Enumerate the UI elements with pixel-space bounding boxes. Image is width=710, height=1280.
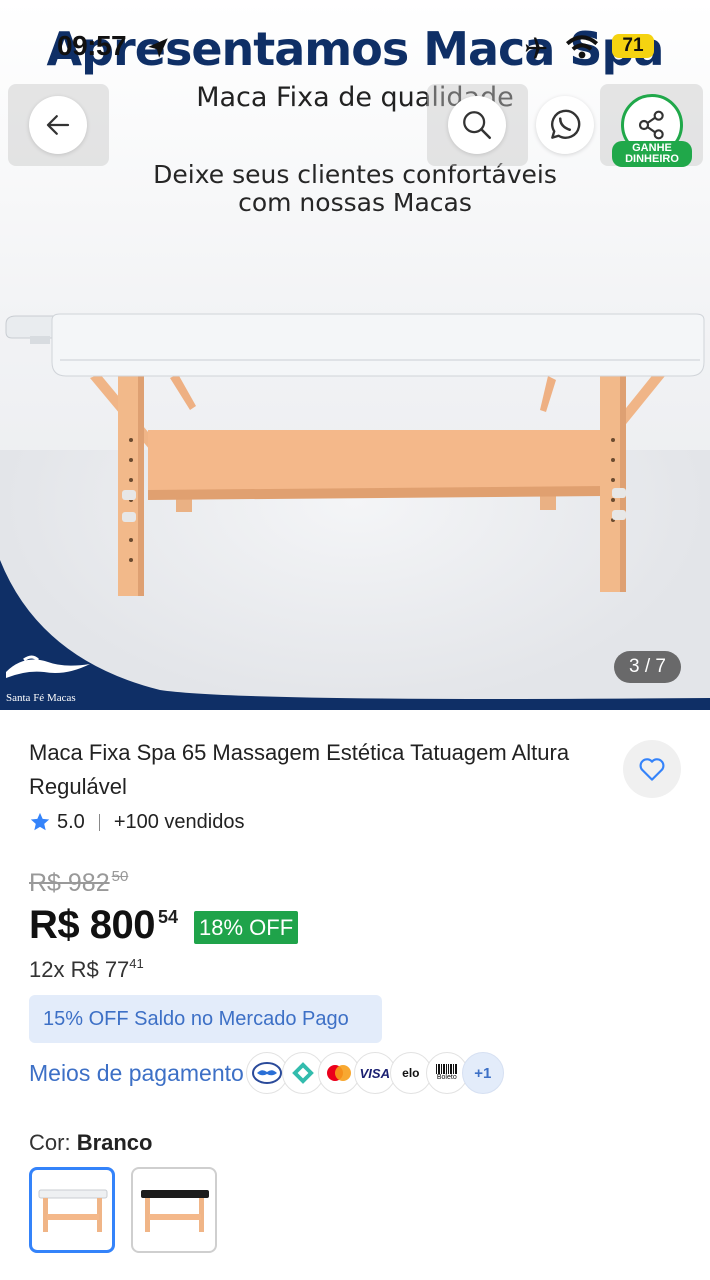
current-price-cents: 54	[157, 907, 179, 927]
image-counter: 3 / 7	[614, 651, 681, 683]
mercado-pago-promo[interactable]: 15% OFF Saldo no Mercado Pago	[29, 995, 382, 1043]
sold-count: +100 vendidos	[113, 810, 245, 833]
selected-color: Branco	[76, 1130, 153, 1155]
battery-indicator: 71	[612, 34, 654, 58]
rating-score: 5.0	[57, 810, 85, 833]
earn-money-badge[interactable]: GANHE DINHEIRO	[612, 141, 692, 167]
payment-methods-link[interactable]: Meios de pagamento	[29, 1060, 244, 1087]
wifi-icon	[565, 35, 599, 59]
original-price-cents: 50	[111, 868, 129, 885]
color-option-black[interactable]	[131, 1167, 217, 1253]
product-title: Maca Fixa Spa 65 Massagem Estética Tatua…	[29, 740, 570, 799]
star-icon	[30, 812, 50, 831]
earn-label-line2: DINHEIRO	[625, 153, 679, 165]
installments-value: 12x R$ 77	[29, 957, 130, 982]
black-table-thumb	[141, 1190, 209, 1232]
more-payment-methods[interactable]: +1	[461, 1052, 504, 1094]
original-price-value: R$ 982	[29, 869, 110, 897]
color-label: Cor: Branco	[29, 1130, 152, 1156]
arrow-left-icon	[46, 115, 70, 135]
brand-name: Santa Fé Macas	[6, 692, 76, 704]
heart-icon	[639, 758, 665, 781]
current-price: R$ 800	[29, 903, 155, 947]
brand-wave-decoration	[0, 560, 710, 710]
share-icon	[638, 110, 664, 140]
favorite-button[interactable]	[623, 740, 681, 798]
discount-badge: 18% OFF	[194, 911, 299, 944]
whatsapp-icon	[551, 109, 581, 139]
boleto-label: Boleto	[436, 1074, 457, 1081]
brand-logo-icon	[6, 655, 90, 678]
airplane-icon	[525, 37, 547, 59]
location-arrow-icon	[148, 38, 168, 58]
whatsapp-share-button[interactable]	[536, 96, 594, 154]
white-table-thumb	[38, 1189, 108, 1232]
search-button[interactable]	[448, 96, 506, 154]
hero-tagline-line2: com nossas Macas	[238, 188, 472, 217]
search-icon	[463, 111, 492, 140]
rating-summary[interactable]: 5.0 +100 vendidos	[29, 808, 244, 836]
current-price-row: R$ 800 54 18% OFF	[29, 903, 299, 953]
status-bar: 09:57 71	[0, 30, 710, 66]
original-price: R$ 982 50	[29, 868, 128, 898]
color-option-white[interactable]	[29, 1167, 115, 1253]
status-time: 09:57	[57, 30, 127, 61]
color-label-prefix: Cor:	[29, 1130, 71, 1155]
payment-methods-row[interactable]: Meios de pagamento VISA elo Boleto +1	[29, 1050, 504, 1096]
back-button[interactable]	[29, 96, 87, 154]
installments: 12x R$ 7741	[29, 956, 144, 983]
installments-cents: 41	[129, 956, 144, 971]
rating-divider	[98, 813, 100, 831]
